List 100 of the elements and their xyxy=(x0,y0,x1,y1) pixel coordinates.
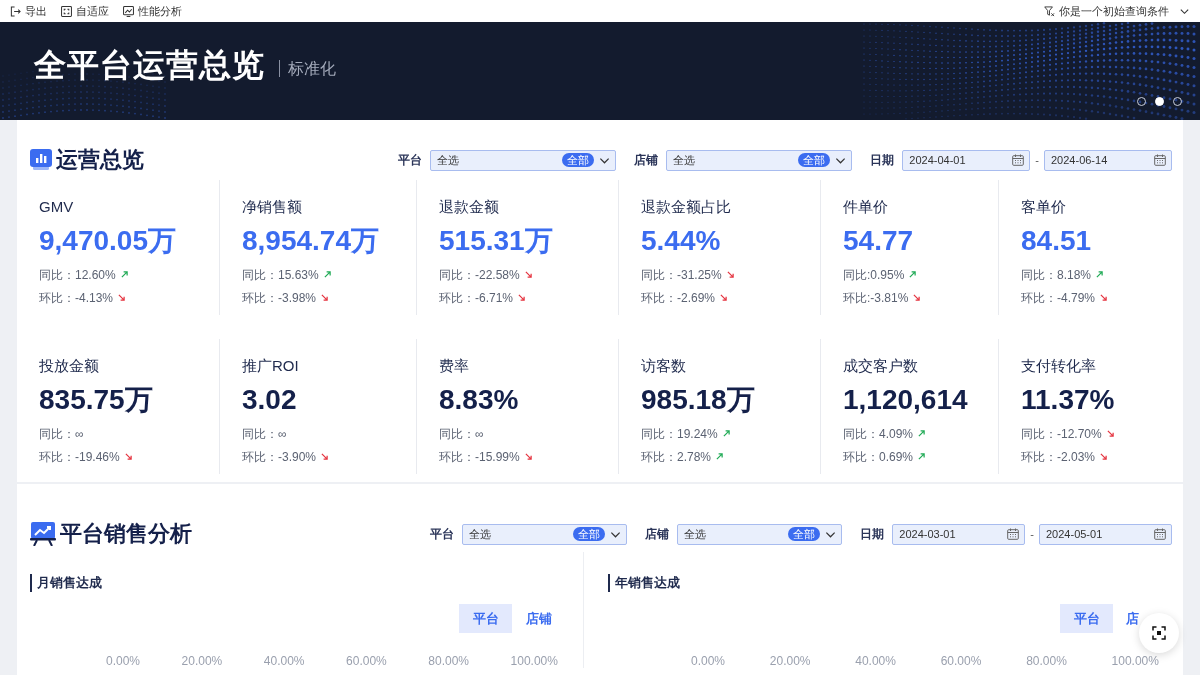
axis-tick-label: 100.00% xyxy=(510,654,558,668)
metric-value: 1,120,614 xyxy=(843,383,969,417)
metric-label: 费率 xyxy=(439,357,470,375)
axis-tick-label: 40.00% xyxy=(855,654,896,668)
toggle-button[interactable]: 店 xyxy=(1113,604,1139,633)
comparison-text: 同比:0.95% xyxy=(843,267,905,282)
metric-value: 9,470.05万 xyxy=(39,224,177,258)
comparison-text: 同比：12.60% xyxy=(39,267,116,282)
metric-label: 退款金额占比 xyxy=(641,198,732,216)
metric-label: 成交客户数 xyxy=(843,357,919,375)
calendar-icon xyxy=(1007,528,1020,540)
selection-badge: 全部 xyxy=(788,527,821,541)
selection-badge: 全部 xyxy=(573,527,606,541)
comparison-text: 环比:-3.81% xyxy=(843,290,909,305)
comparison-text: 同比：∞ xyxy=(242,426,287,441)
bar-chart-icon xyxy=(30,149,52,171)
comparison-text: 环比：0.69% xyxy=(843,449,914,464)
comparison-text: 同比：-31.25% xyxy=(641,267,722,282)
filter-icon xyxy=(1044,5,1055,17)
toolbar-button[interactable]: 导出 xyxy=(10,4,47,18)
select-field[interactable]: 全选 全部 xyxy=(666,149,853,171)
axis-tick-label: 0.00% xyxy=(106,654,141,668)
comparison-text: 同比：19.24% xyxy=(641,426,718,441)
comparison-text: 同比：-22.58% xyxy=(439,267,520,282)
toggle-button[interactable]: 店铺 xyxy=(512,604,565,633)
comparison-text: 环比：-15.99% xyxy=(439,449,520,464)
page-subtitle: 标准化 xyxy=(279,59,336,77)
toggle-button[interactable]: 平台 xyxy=(1060,604,1113,633)
metric-value: 8,954.74万 xyxy=(242,224,380,258)
date-field[interactable]: 2024-04-01 xyxy=(902,149,1031,171)
metric-value: 84.51 xyxy=(1021,224,1093,258)
axis-tick-label: 60.00% xyxy=(940,654,982,668)
export-icon xyxy=(10,5,21,17)
calendar-icon xyxy=(1012,154,1025,166)
axis-tick-label: 0.00% xyxy=(691,654,726,668)
metric-label: 净销售额 xyxy=(242,198,303,216)
comparison-text: 同比：∞ xyxy=(39,426,84,441)
metric-label: 退款金额 xyxy=(439,198,500,216)
comparison-text: 同比：-12.70% xyxy=(1021,426,1102,441)
axis-tick-label: 20.00% xyxy=(181,654,223,668)
select-field[interactable]: 全选 全部 xyxy=(677,523,843,545)
panel-title: 年销售达成 xyxy=(608,574,680,592)
query-dropdown[interactable]: 你是一个初始查询条件 xyxy=(1044,4,1190,18)
comparison-text: 环比：-3.98% xyxy=(242,290,317,305)
metric-label: 件单价 xyxy=(843,198,889,216)
range-separator: - xyxy=(1035,153,1039,167)
metric-value: 985.18万 xyxy=(641,383,756,417)
selection-badge: 全部 xyxy=(798,153,831,167)
section-title: 平台销售分析 xyxy=(60,520,192,548)
range-separator: - xyxy=(1030,527,1034,541)
metric-value: 3.02 xyxy=(242,383,298,417)
metric-value: 54.77 xyxy=(843,224,915,258)
comparison-text: 同比：∞ xyxy=(439,426,484,441)
filter-label: 平台 xyxy=(398,153,423,167)
axis-tick-label: 20.00% xyxy=(769,654,811,668)
comparison-text: 环比：-2.69% xyxy=(641,290,716,305)
fit-screen-icon xyxy=(61,5,72,17)
metric-label: 支付转化率 xyxy=(1021,357,1097,375)
page-title: 全平台运营总览 xyxy=(34,46,265,85)
comparison-text: 环比：-4.79% xyxy=(1021,290,1096,305)
calendar-icon xyxy=(1154,528,1166,540)
select-field[interactable]: 全选 全部 xyxy=(430,149,617,171)
toolbar-button[interactable]: 性能分析 xyxy=(123,4,182,18)
comparison-text: 同比：4.09% xyxy=(843,426,914,441)
selection-badge: 全部 xyxy=(562,153,595,167)
toolbar-button[interactable]: 自适应 xyxy=(61,4,109,18)
trend-board-icon xyxy=(30,522,56,546)
axis-tick-label: 100.00% xyxy=(1111,654,1159,668)
toggle-button[interactable]: 平台 xyxy=(459,604,512,633)
comparison-text: 环比：2.78% xyxy=(641,449,712,464)
comparison-text: 环比：-4.13% xyxy=(39,290,114,305)
comparison-text: 环比：-6.71% xyxy=(439,290,514,305)
frame-corners-icon xyxy=(1152,626,1166,640)
metric-label: 推广ROI xyxy=(242,357,300,375)
metric-label: 投放金额 xyxy=(39,357,100,375)
axis-tick-label: 40.00% xyxy=(263,654,305,668)
date-field[interactable]: 2024-05-01 xyxy=(1039,523,1172,545)
comparison-text: 同比：15.63% xyxy=(242,267,319,282)
axis-tick-label: 80.00% xyxy=(1026,654,1067,668)
metric-value: 8.83% xyxy=(439,383,520,417)
comparison-text: 同比：8.18% xyxy=(1021,267,1092,282)
comparison-text: 环比：-3.90% xyxy=(242,449,317,464)
date-field[interactable]: 2024-06-14 xyxy=(1044,149,1172,171)
metric-value: 515.31万 xyxy=(439,224,554,258)
chart-icon xyxy=(123,5,134,17)
date-field[interactable]: 2024-03-01 xyxy=(892,523,1026,545)
filter-label: 店铺 xyxy=(634,153,659,167)
axis-tick-label: 80.00% xyxy=(428,654,470,668)
metric-value: 835.75万 xyxy=(39,383,154,417)
comparison-text: 环比：-19.46% xyxy=(39,449,120,464)
filter-label: 店铺 xyxy=(645,527,670,541)
metric-label: 客单价 xyxy=(1021,198,1067,216)
axis-tick-label: 60.00% xyxy=(346,654,387,668)
select-field[interactable]: 全选 全部 xyxy=(462,523,628,545)
comparison-text: 环比：-2.03% xyxy=(1021,449,1096,464)
section-title: 运营总览 xyxy=(56,146,144,174)
filter-label: 日期 xyxy=(860,527,885,541)
panel-title: 月销售达成 xyxy=(30,574,102,592)
metric-label: 访客数 xyxy=(641,357,687,375)
metric-label: GMV xyxy=(39,198,75,216)
